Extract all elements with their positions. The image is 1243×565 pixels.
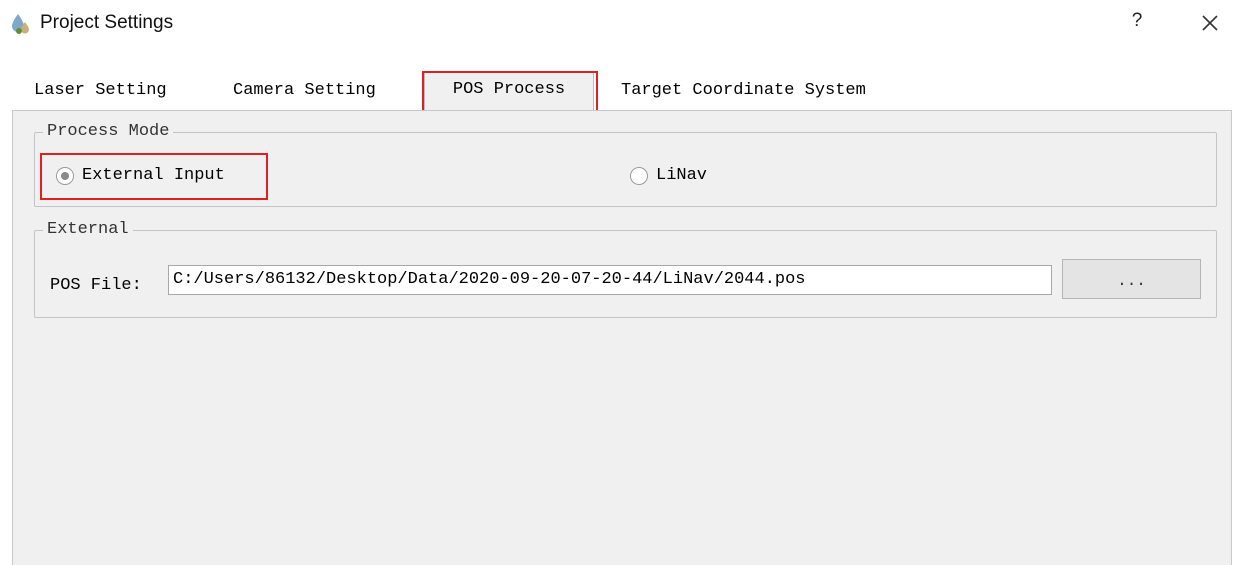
pos-file-label: POS File:	[50, 276, 142, 295]
tab-bar: Laser Setting Camera Setting POS Process…	[26, 72, 1226, 112]
tab-content-panel: Process Mode External Input LiNav Extern…	[12, 110, 1232, 565]
water-drop-icon	[12, 14, 29, 34]
window-title: Project Settings	[40, 12, 174, 33]
tab-target-coordinate-system[interactable]: Target Coordinate System	[613, 76, 874, 106]
tab-camera-setting[interactable]: Camera Setting	[225, 76, 384, 106]
tab-pos-process[interactable]: POS Process	[424, 72, 594, 112]
close-icon[interactable]	[1195, 8, 1225, 38]
external-title: External	[43, 219, 133, 241]
process-mode-group: Process Mode External Input LiNav	[34, 121, 1217, 207]
pos-file-input[interactable]: C:/Users/86132/Desktop/Data/2020-09-20-0…	[168, 265, 1052, 295]
external-group: External POS File: C:/Users/86132/Deskto…	[34, 219, 1217, 318]
tab-laser-setting[interactable]: Laser Setting	[26, 76, 175, 106]
radio-external-input[interactable]	[56, 167, 74, 185]
title-bar: Project Settings ?	[0, 0, 1243, 50]
radio-label-linav[interactable]: LiNav	[656, 164, 707, 188]
process-mode-title: Process Mode	[43, 121, 174, 143]
browse-button[interactable]: ...	[1062, 259, 1201, 299]
help-button[interactable]: ?	[1122, 6, 1152, 36]
radio-label-external-input[interactable]: External Input	[82, 164, 225, 188]
radio-linav[interactable]	[630, 167, 648, 185]
